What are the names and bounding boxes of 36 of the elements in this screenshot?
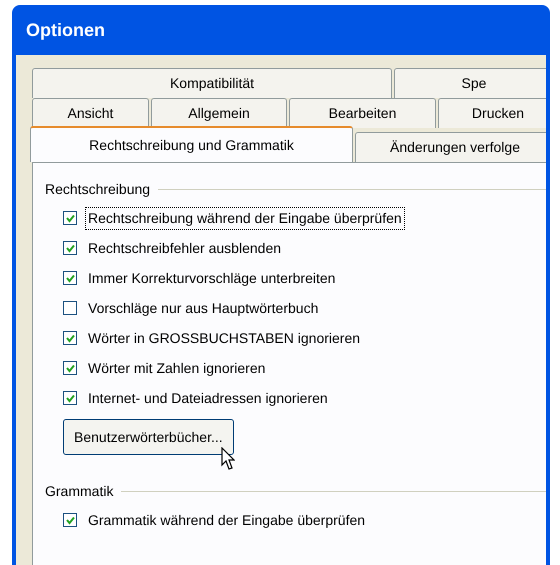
- tab[interactable]: Ansicht: [32, 98, 149, 128]
- checkbox[interactable]: [63, 301, 77, 315]
- checkbox[interactable]: [63, 331, 77, 345]
- checkmark-icon: [66, 334, 74, 342]
- checkbox-label: Rechtschreibung während der Eingabe überprüfen: [85, 206, 405, 230]
- checkbox-label: Rechtschreibfehler ausblenden: [87, 238, 282, 258]
- checkmark-icon: [66, 244, 74, 252]
- tab[interactable]: Allgemein: [151, 98, 287, 128]
- tab[interactable]: Rechtschreibung und Grammatik: [30, 126, 353, 162]
- checkbox[interactable]: [63, 391, 77, 405]
- tab[interactable]: Kompatibilität: [32, 68, 392, 98]
- checkmark-icon: [66, 516, 74, 524]
- checkmark-icon: [66, 364, 74, 372]
- checkbox[interactable]: [63, 513, 77, 527]
- tab[interactable]: Bearbeiten: [289, 98, 436, 128]
- tab[interactable]: Drucken: [438, 98, 546, 128]
- group-title: Rechtschreibung: [45, 180, 150, 199]
- mouse-cursor-icon: [221, 447, 235, 471]
- tab[interactable]: Änderungen verfolge: [355, 132, 546, 162]
- checkmark-icon: [66, 274, 74, 282]
- checkbox-label: Vorschläge nur aus Hauptwörterbuch: [87, 298, 320, 318]
- checkbox-label: Wörter mit Zahlen ignorieren: [87, 358, 266, 378]
- checkbox-label: Immer Korrekturvorschläge unterbreiten: [87, 268, 336, 288]
- checkbox[interactable]: [63, 271, 77, 285]
- checkbox[interactable]: [63, 241, 77, 255]
- checkbox[interactable]: [63, 361, 77, 375]
- checkbox[interactable]: [63, 211, 77, 225]
- tab[interactable]: Spe: [394, 68, 546, 98]
- checkbox-label: Wörter in GROSSBUCHSTABEN ignorieren: [87, 328, 362, 348]
- checkmark-icon: [66, 394, 74, 402]
- checkmark-icon: [66, 214, 74, 222]
- checkbox-label: Internet- und Dateiadressen ignorieren: [87, 388, 329, 408]
- checkbox-label: Grammatik während der Eingabe überprüfen: [87, 510, 366, 530]
- dictionaries-button[interactable]: Benutzerwörterbücher...: [63, 419, 234, 455]
- group-title: Grammatik: [45, 482, 114, 501]
- window-title: Optionen: [26, 18, 105, 42]
